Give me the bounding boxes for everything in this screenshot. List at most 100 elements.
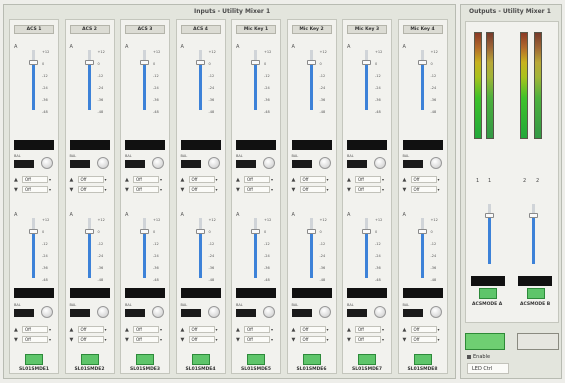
chevron-down-icon[interactable]: ▾ (271, 326, 273, 333)
balance-knob[interactable] (207, 157, 220, 169)
balance-knob[interactable] (263, 157, 275, 169)
route-select[interactable]: Off (133, 326, 159, 333)
route-arrow-icon[interactable]: ▼ (292, 186, 296, 194)
chevron-down-icon[interactable]: ▾ (105, 186, 107, 193)
channel-5-lower-fader[interactable]: A +12 0 -12 -24 -36 -48 (236, 212, 278, 284)
route-select[interactable]: Off (133, 336, 159, 343)
route-arrow-icon[interactable]: ▲ (292, 326, 296, 334)
channel-label[interactable]: ACS 3 (125, 25, 165, 34)
chevron-down-icon[interactable]: ▾ (216, 186, 218, 193)
chevron-down-icon[interactable]: ▾ (438, 186, 440, 193)
fader-thumb[interactable] (29, 60, 38, 65)
balance-knob[interactable] (374, 306, 386, 318)
route-select[interactable]: Off (77, 336, 104, 343)
channel-3-route-4[interactable]: ▼ Off ▾ (125, 336, 167, 344)
route-arrow-icon[interactable]: ▼ (14, 186, 18, 194)
channel-enable-button[interactable] (191, 354, 210, 365)
fader-thumb[interactable] (29, 229, 38, 234)
channel-label[interactable]: ACS 1 (14, 25, 54, 34)
balance-knob[interactable] (152, 157, 164, 169)
output-fader-2[interactable] (512, 198, 557, 270)
channel-8-lower-fader[interactable]: A +12 0 -12 -24 -36 -48 (403, 212, 445, 284)
channel-enable-button[interactable] (413, 354, 432, 365)
route-arrow-icon[interactable]: ▲ (70, 326, 74, 334)
route-arrow-icon[interactable]: ▼ (403, 336, 407, 344)
route-select[interactable]: Off (188, 186, 215, 193)
route-arrow-icon[interactable]: ▲ (236, 326, 240, 334)
chevron-down-icon[interactable]: ▾ (49, 176, 51, 183)
route-select[interactable]: Off (355, 186, 381, 193)
route-arrow-icon[interactable]: ▼ (181, 186, 185, 194)
chevron-down-icon[interactable]: ▾ (382, 176, 384, 183)
route-arrow-icon[interactable]: ▼ (292, 336, 296, 344)
channel-3-route-3[interactable]: ▲ Off ▾ (125, 326, 167, 334)
chevron-down-icon[interactable]: ▾ (160, 326, 162, 333)
channel-2-lower-fader[interactable]: A +12 0 -12 -24 -36 -48 (70, 212, 112, 284)
route-select[interactable]: Off (299, 186, 326, 193)
channel-enable-button[interactable] (247, 354, 265, 365)
route-select[interactable]: Off (77, 326, 104, 333)
fader-thumb[interactable] (84, 229, 94, 234)
chevron-down-icon[interactable]: ▾ (160, 176, 162, 183)
channel-6-route-2[interactable]: ▼ Off ▾ (292, 186, 334, 194)
route-select[interactable]: Off (410, 336, 437, 343)
channel-7-route-4[interactable]: ▼ Off ▾ (347, 336, 389, 344)
route-arrow-icon[interactable]: ▼ (70, 336, 74, 344)
channel-1-route-4[interactable]: ▼ Off ▾ (14, 336, 56, 344)
chevron-down-icon[interactable]: ▾ (105, 176, 107, 183)
chevron-down-icon[interactable]: ▾ (105, 326, 107, 333)
channel-4-lower-fader[interactable]: A +12 0 -12 -24 -36 -48 (181, 212, 223, 284)
route-select[interactable]: Off (355, 336, 381, 343)
balance-knob[interactable] (152, 306, 164, 318)
balance-knob[interactable] (41, 157, 53, 169)
route-select[interactable]: Off (133, 176, 159, 183)
balance-knob[interactable] (318, 157, 331, 169)
balance-knob[interactable] (318, 306, 331, 318)
channel-label[interactable]: Mic Key 2 (291, 25, 332, 34)
channel-enable-button[interactable] (358, 354, 376, 365)
route-select[interactable]: Off (22, 336, 48, 343)
chevron-down-icon[interactable]: ▾ (160, 336, 162, 343)
fader-thumb[interactable] (362, 60, 371, 65)
channel-8-upper-fader[interactable]: A +12 0 -12 -24 -36 -48 (403, 44, 445, 116)
route-select[interactable]: Off (244, 326, 270, 333)
chevron-down-icon[interactable]: ▾ (49, 326, 51, 333)
balance-knob[interactable] (429, 157, 442, 169)
route-arrow-icon[interactable]: ▼ (347, 186, 351, 194)
channel-6-route-1[interactable]: ▲ Off ▾ (292, 176, 334, 184)
channel-enable-button[interactable] (25, 354, 43, 365)
channel-enable-button[interactable] (136, 354, 154, 365)
output-toggle-grey-button[interactable] (517, 333, 559, 350)
chevron-down-icon[interactable]: ▾ (382, 336, 384, 343)
fader-thumb[interactable] (306, 60, 316, 65)
chevron-down-icon[interactable]: ▾ (327, 186, 329, 193)
channel-5-route-2[interactable]: ▼ Off ▾ (236, 186, 278, 194)
channel-7-route-1[interactable]: ▲ Off ▾ (347, 176, 389, 184)
channel-7-route-2[interactable]: ▼ Off ▾ (347, 186, 389, 194)
channel-2-upper-fader[interactable]: A +12 0 -12 -24 -36 -48 (70, 44, 112, 116)
route-select[interactable]: Off (77, 186, 104, 193)
route-select[interactable]: Off (22, 176, 48, 183)
channel-label[interactable]: Mic Key 4 (402, 25, 443, 34)
route-select[interactable]: Off (355, 176, 381, 183)
balance-knob[interactable] (96, 157, 109, 169)
channel-2-route-2[interactable]: ▼ Off ▾ (70, 186, 112, 194)
route-arrow-icon[interactable]: ▲ (181, 176, 185, 184)
chevron-down-icon[interactable]: ▾ (271, 176, 273, 183)
fader-thumb[interactable] (195, 229, 205, 234)
output-enable-button-1[interactable] (479, 288, 497, 299)
channel-4-route-3[interactable]: ▲ Off ▾ (181, 326, 223, 334)
channel-5-route-3[interactable]: ▲ Off ▾ (236, 326, 278, 334)
balance-knob[interactable] (263, 306, 275, 318)
route-select[interactable]: Off (188, 326, 215, 333)
output-enable-button-2[interactable] (527, 288, 545, 299)
fader-thumb[interactable] (84, 60, 94, 65)
output-text-field[interactable]: LED Ctrl (467, 363, 509, 374)
channel-7-lower-fader[interactable]: A +12 0 -12 -24 -36 -48 (347, 212, 389, 284)
route-arrow-icon[interactable]: ▲ (347, 326, 351, 334)
channel-6-route-3[interactable]: ▲ Off ▾ (292, 326, 334, 334)
route-select[interactable]: Off (299, 326, 326, 333)
chevron-down-icon[interactable]: ▾ (216, 336, 218, 343)
channel-7-route-3[interactable]: ▲ Off ▾ (347, 326, 389, 334)
chevron-down-icon[interactable]: ▾ (271, 186, 273, 193)
